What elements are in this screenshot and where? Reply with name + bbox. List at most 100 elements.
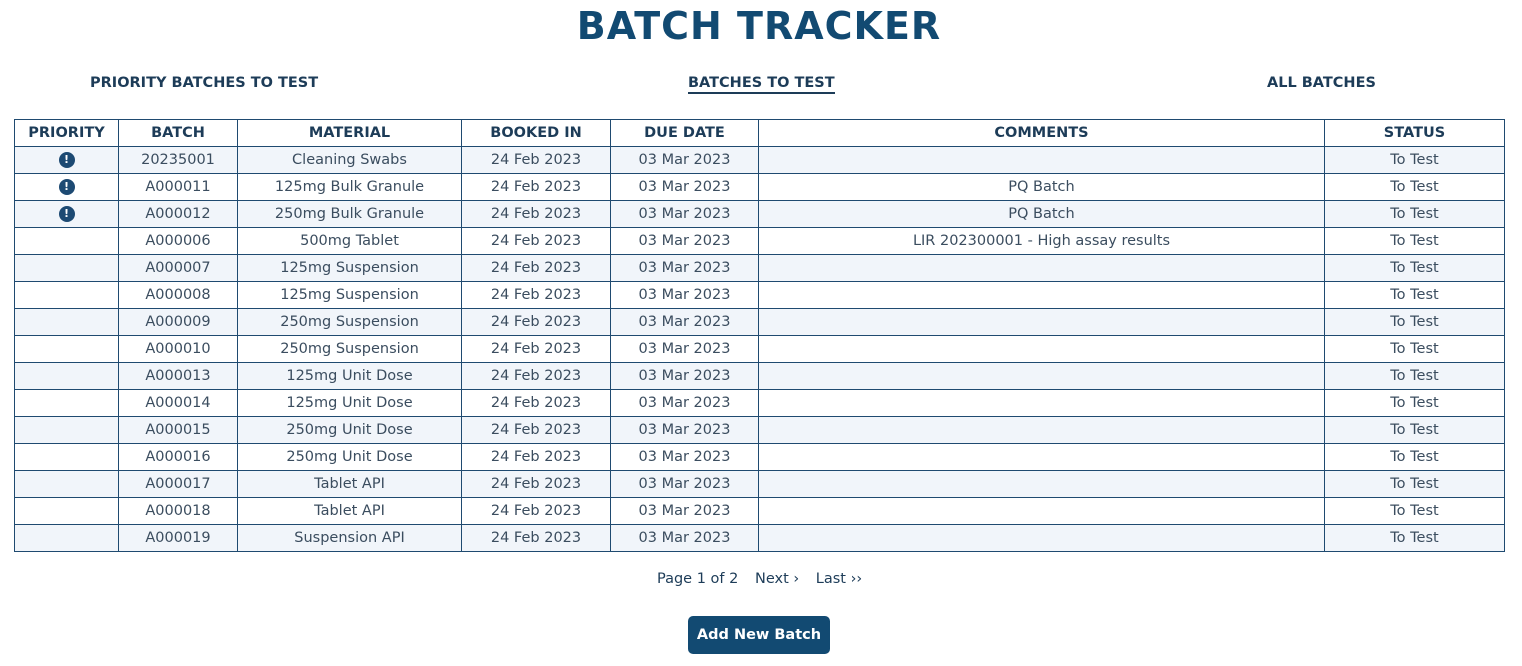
- material-cell: 250mg Unit Dose: [237, 416, 462, 444]
- due-date-cell: 03 Mar 2023: [610, 524, 759, 552]
- priority-cell: [14, 524, 119, 552]
- comments-cell: [758, 254, 1325, 282]
- booked-in-cell: 24 Feb 2023: [461, 389, 611, 417]
- material-cell: 125mg Suspension: [237, 281, 462, 309]
- status-cell: To Test: [1324, 524, 1505, 552]
- batch-cell: A000012: [118, 200, 238, 228]
- booked-in-cell: 24 Feb 2023: [461, 254, 611, 282]
- column-header-status[interactable]: STATUS: [1324, 119, 1505, 147]
- due-date-cell: 03 Mar 2023: [610, 470, 759, 498]
- status-cell: To Test: [1324, 281, 1505, 309]
- status-cell: To Test: [1324, 470, 1505, 498]
- booked-in-cell: 24 Feb 2023: [461, 335, 611, 363]
- column-header-due-date[interactable]: DUE DATE: [610, 119, 759, 147]
- booked-in-cell: 24 Feb 2023: [461, 281, 611, 309]
- batch-cell: A000018: [118, 497, 238, 525]
- due-date-cell: 03 Mar 2023: [610, 443, 759, 471]
- material-cell: 250mg Bulk Granule: [237, 200, 462, 228]
- table-row[interactable]: A000014 125mg Unit Dose 24 Feb 2023 03 Mar …: [14, 389, 1505, 417]
- table-row[interactable]: A000007 125mg Suspension 24 Feb 2023 03 Mar…: [14, 254, 1505, 282]
- nav-link-batches-to-test[interactable]: BATCHES TO TEST: [688, 75, 835, 94]
- table-row[interactable]: A000009 250mg Suspension 24 Feb 2023 03 Mar…: [14, 308, 1505, 336]
- priority-cell: [14, 362, 119, 390]
- material-cell: 125mg Bulk Granule: [237, 173, 462, 201]
- column-header-comments[interactable]: COMMENTS: [758, 119, 1325, 147]
- due-date-cell: 03 Mar 2023: [610, 362, 759, 390]
- batch-cell: 20235001: [118, 146, 238, 174]
- last-page-link[interactable]: Last ››: [816, 571, 862, 587]
- column-header-booked-in[interactable]: BOOKED IN: [461, 119, 611, 147]
- booked-in-cell: 24 Feb 2023: [461, 470, 611, 498]
- material-cell: Tablet API: [237, 497, 462, 525]
- material-cell: 125mg Unit Dose: [237, 389, 462, 417]
- next-page-link[interactable]: Next ›: [755, 571, 799, 587]
- nav-link-priority-batches[interactable]: PRIORITY BATCHES TO TEST: [90, 75, 318, 91]
- material-cell: 125mg Unit Dose: [237, 362, 462, 390]
- due-date-cell: 03 Mar 2023: [610, 497, 759, 525]
- table-row[interactable]: A000006 500mg Tablet 24 Feb 2023 03 Mar 202…: [14, 227, 1505, 255]
- priority-cell: [14, 227, 119, 255]
- page-title: BATCH TRACKER: [576, 4, 942, 48]
- material-cell: 125mg Suspension: [237, 254, 462, 282]
- comments-cell: [758, 335, 1325, 363]
- batch-cell: A000013: [118, 362, 238, 390]
- material-cell: 250mg Suspension: [237, 308, 462, 336]
- comments-cell: [758, 362, 1325, 390]
- material-cell: 250mg Suspension: [237, 335, 462, 363]
- status-cell: To Test: [1324, 308, 1505, 336]
- batch-cell: A000008: [118, 281, 238, 309]
- table-row[interactable]: ! 20235001 Cleaning Swabs 24 Feb 2023 03 Mar…: [14, 146, 1505, 174]
- column-header-material[interactable]: MATERIAL: [237, 119, 462, 147]
- table-row[interactable]: A000008 125mg Suspension 24 Feb 2023 03 Mar…: [14, 281, 1505, 309]
- priority-cell: [14, 416, 119, 444]
- status-cell: To Test: [1324, 389, 1505, 417]
- table-row[interactable]: A000016 250mg Unit Dose 24 Feb 2023 03 Mar …: [14, 443, 1505, 471]
- priority-cell: [14, 281, 119, 309]
- nav-link-all-batches[interactable]: ALL BATCHES: [1267, 75, 1376, 91]
- batch-cell: A000007: [118, 254, 238, 282]
- status-cell: To Test: [1324, 335, 1505, 363]
- priority-cell: !: [14, 173, 119, 201]
- batch-cell: A000016: [118, 443, 238, 471]
- table-row[interactable]: A000018 Tablet API 24 Feb 2023 03 Mar 2023 T…: [14, 497, 1505, 525]
- table-row[interactable]: A000019 Suspension API 24 Feb 2023 03 Mar 2…: [14, 524, 1505, 552]
- priority-exclamation-icon: !: [58, 206, 75, 222]
- batch-cell: A000014: [118, 389, 238, 417]
- table-row[interactable]: A000013 125mg Unit Dose 24 Feb 2023 03 Mar …: [14, 362, 1505, 390]
- priority-cell: [14, 389, 119, 417]
- comments-cell: [758, 524, 1325, 552]
- pagination: Page 1 of 2 Next › Last ››: [657, 571, 874, 587]
- comments-cell: [758, 281, 1325, 309]
- batch-cell: A000019: [118, 524, 238, 552]
- status-cell: To Test: [1324, 443, 1505, 471]
- due-date-cell: 03 Mar 2023: [610, 254, 759, 282]
- priority-cell: [14, 335, 119, 363]
- priority-cell: [14, 470, 119, 498]
- table-row[interactable]: A000015 250mg Unit Dose 24 Feb 2023 03 Mar …: [14, 416, 1505, 444]
- priority-cell: [14, 497, 119, 525]
- status-cell: To Test: [1324, 497, 1505, 525]
- due-date-cell: 03 Mar 2023: [610, 389, 759, 417]
- status-cell: To Test: [1324, 200, 1505, 228]
- material-cell: 500mg Tablet: [237, 227, 462, 255]
- priority-exclamation-icon: !: [58, 152, 75, 168]
- table-row[interactable]: A000017 Tablet API 24 Feb 2023 03 Mar 2023 T…: [14, 470, 1505, 498]
- priority-cell: [14, 308, 119, 336]
- booked-in-cell: 24 Feb 2023: [461, 416, 611, 444]
- column-header-batch[interactable]: BATCH: [118, 119, 238, 147]
- priority-cell: [14, 443, 119, 471]
- booked-in-cell: 24 Feb 2023: [461, 200, 611, 228]
- table-row[interactable]: ! A000011 125mg Bulk Granule 24 Feb 2023 03 …: [14, 173, 1505, 201]
- booked-in-cell: 24 Feb 2023: [461, 524, 611, 552]
- material-cell: Cleaning Swabs: [237, 146, 462, 174]
- table-header-row: PRIORITY BATCH MATERIAL BOOKED IN DUE DA…: [14, 119, 1505, 147]
- table-row[interactable]: A000010 250mg Suspension 24 Feb 2023 03 Mar…: [14, 335, 1505, 363]
- table-body: ! 20235001 Cleaning Swabs 24 Feb 2023 03 Mar…: [14, 146, 1505, 552]
- table-row[interactable]: ! A000012 250mg Bulk Granule 24 Feb 2023 03 …: [14, 200, 1505, 228]
- batch-cell: A000006: [118, 227, 238, 255]
- due-date-cell: 03 Mar 2023: [610, 200, 759, 228]
- column-header-priority[interactable]: PRIORITY: [14, 119, 119, 147]
- add-new-batch-button[interactable]: Add New Batch: [688, 616, 830, 654]
- booked-in-cell: 24 Feb 2023: [461, 443, 611, 471]
- due-date-cell: 03 Mar 2023: [610, 173, 759, 201]
